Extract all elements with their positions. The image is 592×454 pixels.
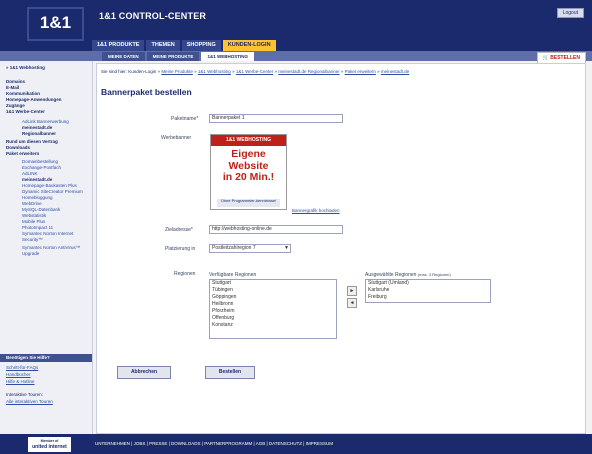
tab-webhosting[interactable]: 1&1 WEBHOSTING <box>201 52 254 61</box>
main-panel: Sie sind hier: Kunden-Login » Meine Prod… <box>96 63 586 434</box>
cancel-button[interactable]: Abbrechen <box>117 366 171 379</box>
banner-upload-link[interactable]: Bannergrafik hochladen <box>292 208 340 213</box>
available-region-option[interactable]: Pforzheim <box>210 308 336 315</box>
help-link-manuals[interactable]: Handbücher <box>6 372 31 377</box>
sidebar-item[interactable]: Paket erweitern <box>6 151 39 157</box>
available-region-option[interactable]: Göppingen <box>210 294 336 301</box>
remove-region-button[interactable]: ◄ <box>347 298 357 308</box>
platzierung-select[interactable]: Postleitzahlregion 7 ▼ <box>209 244 291 253</box>
selected-regions-title: Ausgewählte Regionen <box>365 272 417 278</box>
available-regions-list[interactable]: Stuttgart Tübingen Göppingen Heilbronn Pforz… <box>209 279 337 339</box>
breadcrumb-link-paket[interactable]: Paket erweitern <box>345 69 376 74</box>
sidebar-item[interactable]: Upgrade <box>22 251 39 257</box>
selected-region-option[interactable]: Stuttgart (Umland) <box>366 280 490 287</box>
sidebar-item[interactable]: » 1&1 Webhosting <box>6 65 45 71</box>
sidebar-item[interactable]: Regionalbanner <box>22 131 56 137</box>
sub-nav-bar <box>0 51 592 61</box>
order-cart-label: BESTELLEN <box>550 55 580 61</box>
selected-regions-label: Ausgewählte Regionen (max. 3 Regionen) <box>365 272 451 278</box>
nav-produkte[interactable]: 1&1 PRODUKTE <box>92 40 145 51</box>
order-button[interactable]: Bestellen <box>205 366 255 379</box>
breadcrumb-link-produkte[interactable]: Meine Produkte <box>161 69 193 74</box>
cart-icon: 🛒 <box>542 55 549 61</box>
tab-meine-daten[interactable]: MEINE DATEN <box>102 52 145 61</box>
nav-kunden-login[interactable]: KUNDEN-LOGIN <box>222 40 276 51</box>
help-box-title: Benötigen Sie Hilfe? <box>0 354 92 362</box>
available-region-option[interactable]: Heilbronn <box>210 301 336 308</box>
available-region-option[interactable]: Tübingen <box>210 287 336 294</box>
top-nav: 1&1 PRODUKTE THEMEN SHOPPING KUNDEN-LOGI… <box>92 40 276 51</box>
breadcrumb-link-regionalbanner[interactable]: meinestadt.de Regionalbanner <box>278 69 339 74</box>
page-title: Bannerpaket bestellen <box>101 87 192 97</box>
selected-region-option[interactable]: Karlsruhe <box>366 287 490 294</box>
selected-regions-note: (max. 3 Regionen) <box>417 272 451 277</box>
page-frame: 1&1 1&1 CONTROL-CENTER Logout 1&1 PRODUK… <box>0 0 592 454</box>
banner-top-text: 1&1 WEBHOSTING <box>211 135 286 146</box>
banner-line1: Eigene <box>231 148 266 160</box>
united-internet-logo: Member of united internet <box>28 437 71 452</box>
zieladresse-label: Zieladresse* <box>165 227 193 233</box>
brand-logo[interactable]: 1&1 <box>27 7 84 41</box>
chevron-down-icon: ▼ <box>284 245 289 251</box>
selected-regions-list[interactable]: Stuttgart (Umland) Karlsruhe Freiburg <box>365 279 491 303</box>
breadcrumb-link-webhosting[interactable]: 1&1 Webhosting <box>198 69 231 74</box>
banner-preview: 1&1 WEBHOSTING Eigene Website in 20 Min.… <box>210 134 287 210</box>
footer-links[interactable]: UNTERNEHMEN | JOBS | PRESSE | DOWNLOADS … <box>95 441 333 446</box>
sidebar-item[interactable]: 1&1 Werbe-Center <box>6 109 45 115</box>
footer: Member of united internet UNTERNEHMEN | … <box>0 434 592 454</box>
banner-line3: in 20 Min.! <box>222 171 275 183</box>
paketname-input[interactable]: Bannerpaket 1 <box>209 114 343 123</box>
help-link-hotline[interactable]: Hilfe & Hotline <box>6 379 35 384</box>
breadcrumb-link-werbecenter[interactable]: 1&1 Werbe-Center <box>236 69 273 74</box>
sidebar: » 1&1 Webhosting Domains E-Mail Kommunikati… <box>0 61 93 434</box>
platzierung-label: Platzierung in <box>165 246 196 252</box>
available-region-option[interactable]: Offenburg <box>210 315 336 322</box>
werbebanner-label: Werbebanner <box>161 135 192 141</box>
tours-text: Interaktive Touren: <box>6 392 43 397</box>
breadcrumb-link-meinestadt[interactable]: meinestadt.de <box>381 69 409 74</box>
footer-logo-name: united internet <box>32 444 67 450</box>
control-center-title: 1&1 CONTROL-CENTER <box>99 11 207 21</box>
banner-main-text: Eigene Website in 20 Min.! <box>215 148 282 184</box>
help-link-faq[interactable]: Schritt-für-FAQs <box>6 365 38 370</box>
breadcrumb: Sie sind hier: Kunden-Login » Meine Prod… <box>101 69 410 74</box>
selected-region-option[interactable]: Freiburg <box>366 294 490 301</box>
platzierung-value: Postleitzahlregion 7 <box>212 245 256 251</box>
nav-themen[interactable]: THEMEN <box>146 40 180 51</box>
tab-meine-produkte[interactable]: MEINE PRODUKTE <box>146 52 200 61</box>
sub-tabs: MEINE DATEN MEINE PRODUKTE 1&1 WEBHOSTIN… <box>102 52 254 61</box>
nav-shopping[interactable]: SHOPPING <box>181 40 221 51</box>
available-region-option[interactable]: Stuttgart <box>210 280 336 287</box>
zieladresse-input[interactable]: http://webhosting-online.de <box>209 225 343 234</box>
regionen-label: Regionen <box>174 271 196 277</box>
breadcrumb-prefix: Sie sind hier: Kunden-Login <box>101 69 157 74</box>
tours-link[interactable]: Alle interaktiven Touren <box>6 399 53 404</box>
banner-foot-text: Ohne Programmier-kenntnisse! <box>217 199 280 207</box>
logout-button[interactable]: Logout <box>556 8 584 18</box>
sidebar-item[interactable]: Security™ <box>22 237 43 243</box>
add-region-button[interactable]: ► <box>347 286 357 296</box>
available-region-option[interactable]: Konstanz <box>210 322 336 329</box>
available-regions-label: Verfügbare Regionen <box>209 272 257 278</box>
paketname-label: Paketname* <box>171 116 199 122</box>
